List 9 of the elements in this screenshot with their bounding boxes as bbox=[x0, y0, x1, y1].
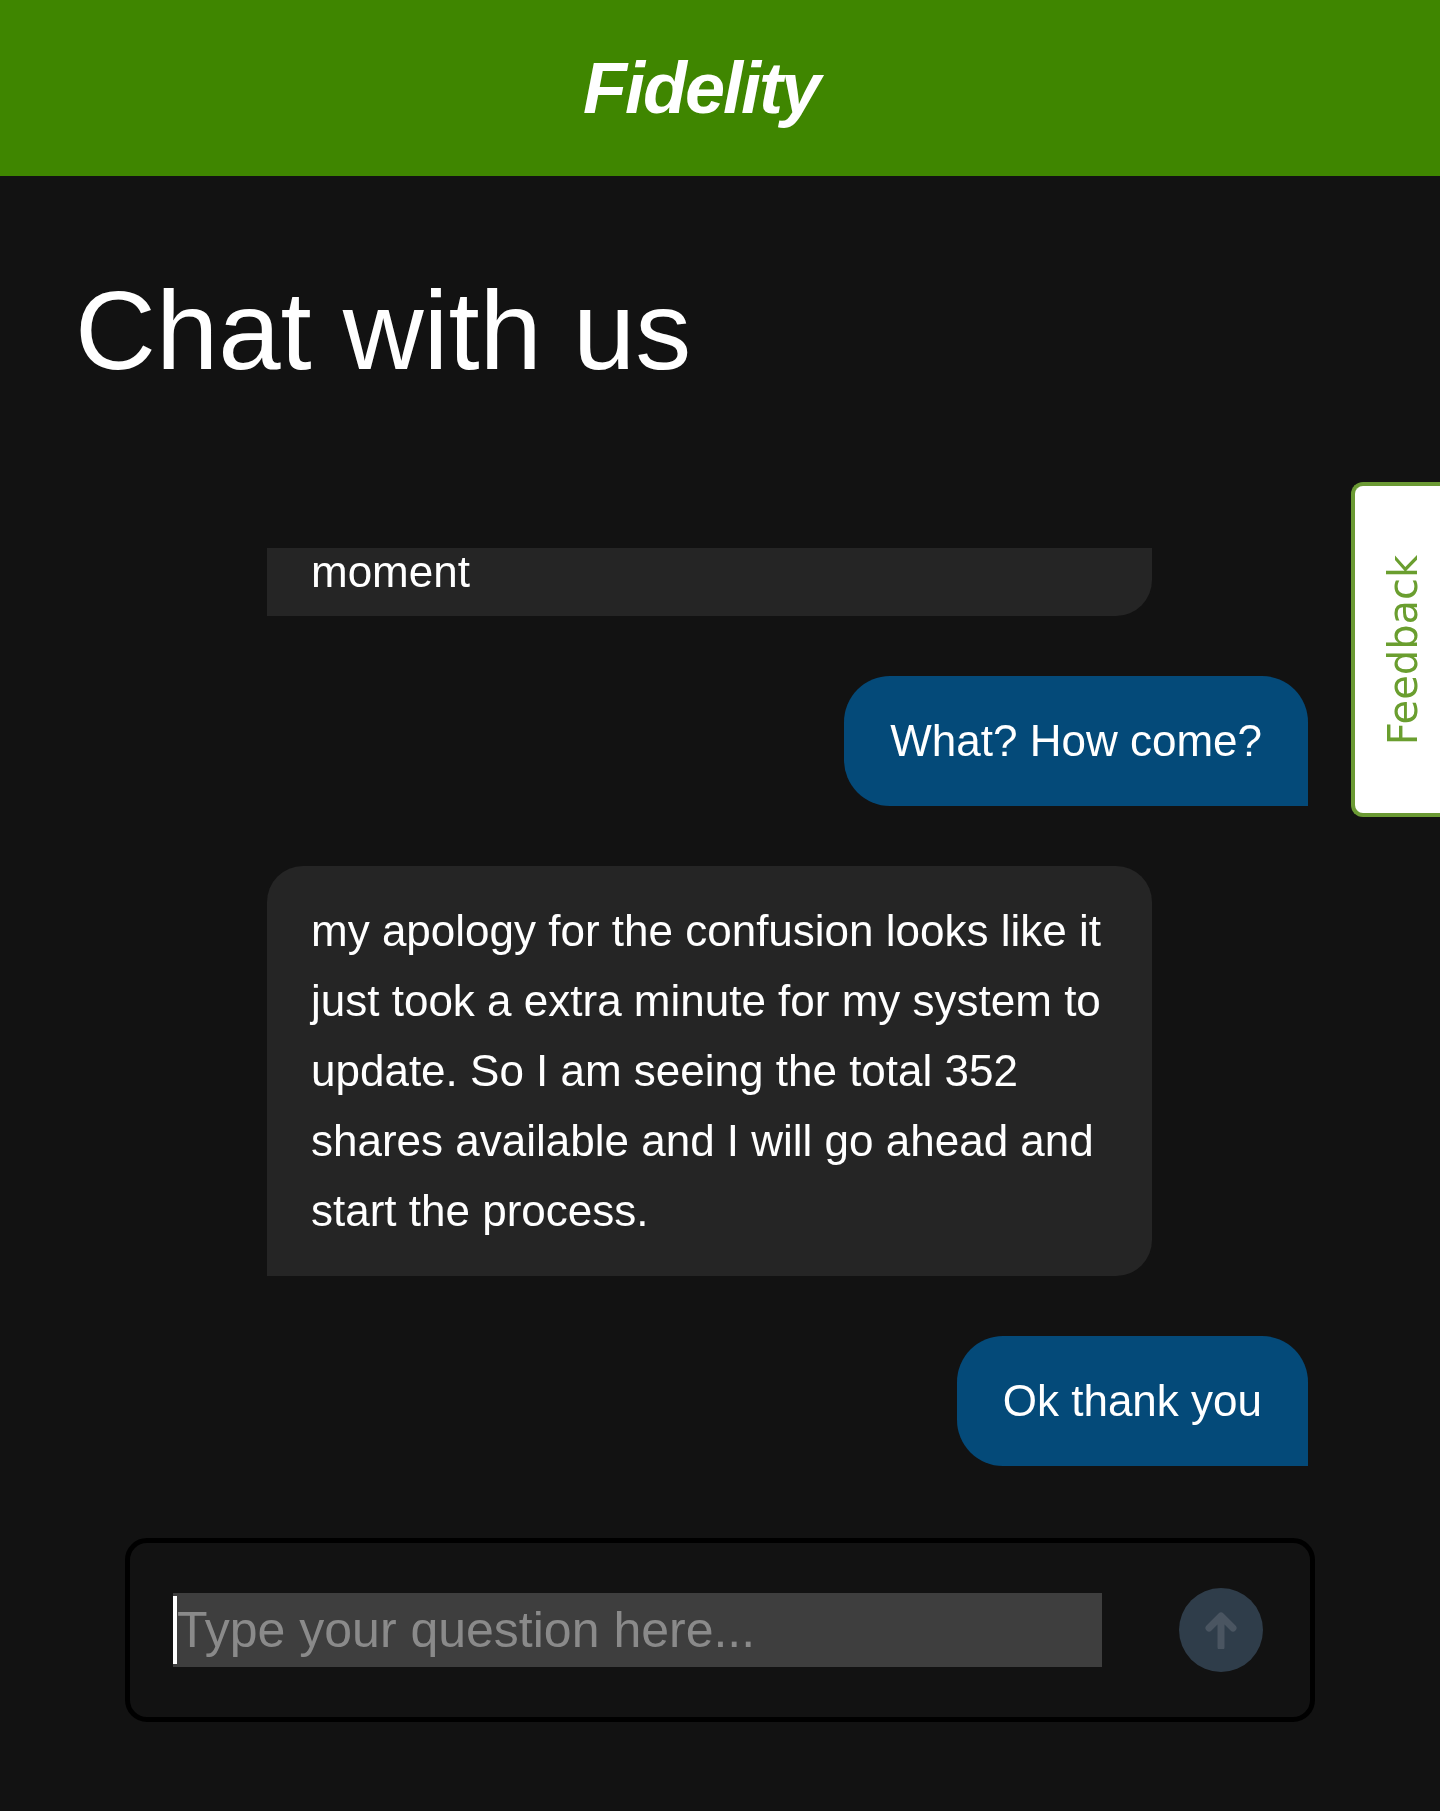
logo[interactable]: Fidelity bbox=[578, 44, 831, 132]
user-message: What? How come? bbox=[844, 676, 1308, 806]
up-arrow-icon bbox=[1204, 1611, 1238, 1649]
agent-message: my apology for the confusion looks like it just took a extra minute for my system to update. So I am seeing the total 352 shares available and I will go ahead and start the process. bbox=[267, 866, 1152, 1276]
question-input[interactable]: Type your question here... bbox=[173, 1593, 1102, 1667]
feedback-tab[interactable]: Feedback bbox=[1351, 482, 1440, 817]
agent-message: moment bbox=[267, 548, 1152, 616]
user-message: Ok thank you bbox=[956, 1336, 1308, 1466]
page-title: Chat with us bbox=[74, 267, 693, 395]
